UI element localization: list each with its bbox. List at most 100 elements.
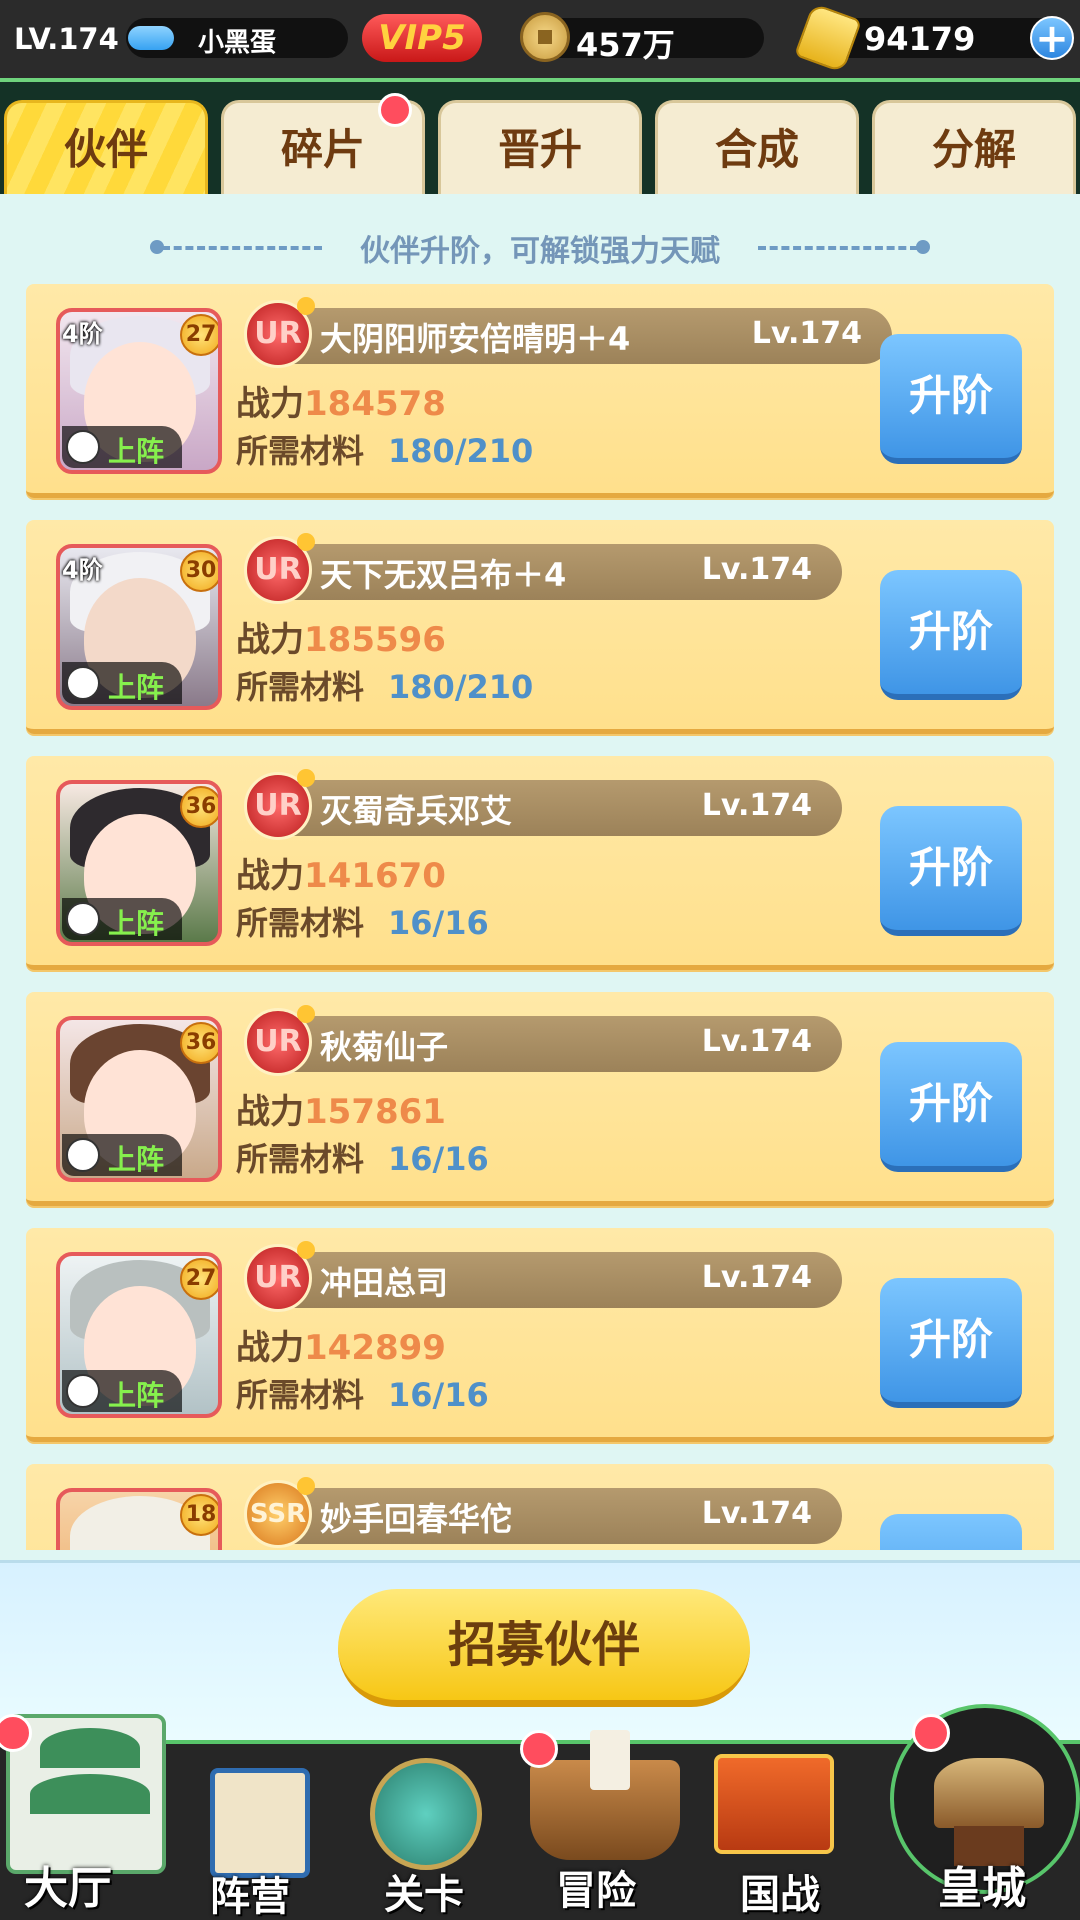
nav-adventure[interactable]: 冒险 [520,1730,690,1920]
power-label: 战力 [236,856,304,896]
rarity-badge: UR [244,297,315,368]
deploy-label: 上阵 [108,671,165,704]
nav-stage[interactable]: 关卡 [356,1748,496,1920]
gold-ingot-icon [793,2,863,74]
material-row: 所需材料 180/210 [236,662,533,708]
material-row: 所需材料 16/16 [236,1134,489,1180]
nav-national-war[interactable]: 国战 [700,1744,850,1920]
partner-name: 妙手回春华佗 [320,1500,513,1538]
power-value: 185596 [304,620,446,660]
notification-dot [520,1730,558,1768]
player-name-box[interactable]: 小黑蛋 [126,18,348,58]
recruit-partner-button[interactable]: 招募伙伴 [338,1589,750,1707]
top-status-bar: LV.174 小黑蛋 VIP5 457万 94179 + [0,0,1080,78]
upgrade-button[interactable]: 升阶 [880,806,1022,936]
notification-dot [912,1714,950,1752]
divider-dot [916,240,930,254]
deploy-label: 上阵 [108,907,165,940]
tab-synthesize[interactable]: 合成 [655,100,859,194]
upgrade-button[interactable]: 升阶 [880,1042,1022,1172]
partner-card: 27 上阵 冲田总司 Lv.174 UR 战力142899 所需材料 16/16 … [26,1228,1054,1442]
bottom-nav: 大厅 阵营 关卡 冒险 国战 皇城 [0,1704,1080,1920]
partner-card: 4阶 30 上阵 天下无双吕布＋4 Lv.174 UR 战力185596 所需材… [26,520,1054,734]
deploy-label: 上阵 [108,435,165,468]
material-label: 所需材料 [236,668,365,706]
power-row: 战力184578 [236,376,446,425]
copper-counter: 457万 [520,12,764,64]
deploy-label: 上阵 [108,1143,165,1176]
power-row: 战力141670 [236,848,446,897]
partner-portrait[interactable]: 27 上阵 [56,1252,222,1418]
vip-badge[interactable]: VIP5 [362,14,482,62]
star-badge: 36 [180,1022,218,1064]
notification-dot [378,93,412,127]
nav-label: 阵营 [210,1874,290,1920]
nav-camp[interactable]: 阵营 [190,1764,330,1920]
class-icon [66,666,100,700]
star-badge: 27 [180,1258,218,1300]
nav-label: 关卡 [384,1872,464,1918]
deploy-tag: 上阵 [62,662,182,704]
partner-portrait[interactable]: 4阶 30 上阵 [56,544,222,710]
power-label: 战力 [236,384,304,424]
material-label: 所需材料 [236,1376,365,1414]
material-label: 所需材料 [236,904,365,942]
upgrade-button[interactable] [880,1514,1022,1550]
star-badge: 30 [180,550,218,592]
divider-line [758,246,918,250]
tab-decompose[interactable]: 分解 [872,100,1076,194]
partner-level: Lv.174 [751,316,862,351]
nav-label: 国战 [740,1872,820,1918]
partner-portrait[interactable]: 18 [56,1488,222,1550]
power-row: 战力185596 [236,612,446,661]
partner-portrait[interactable]: 36 上阵 [56,780,222,946]
nav-label: 皇城 [938,1863,1026,1914]
ship-icon [530,1730,680,1860]
tab-promote[interactable]: 晋升 [438,100,642,194]
partner-level: Lv.174 [701,1496,812,1531]
power-label: 战力 [236,620,304,660]
upgrade-button[interactable]: 升阶 [880,334,1022,464]
name-pill: 大阴阳师安倍晴明＋4 Lv.174 [262,308,892,364]
tab-partner[interactable]: 伙伴 [4,100,208,194]
material-value: 180/210 [388,432,534,470]
partner-level: Lv.174 [701,788,812,823]
tab-fragment[interactable]: 碎片 [221,93,425,194]
partner-name: 秋菊仙子 [320,1028,449,1066]
partner-card: 36 上阵 灭蜀奇兵邓艾 Lv.174 UR 战力141670 所需材料 16/1… [26,756,1054,970]
player-name: 小黑蛋 [198,28,277,58]
partner-portrait[interactable]: 36 上阵 [56,1016,222,1182]
war-flags-icon [714,1754,834,1854]
upgrade-button[interactable]: 升阶 [880,570,1022,700]
deploy-tag: 上阵 [62,1370,182,1412]
partner-portrait[interactable]: 4阶 27 上阵 [56,308,222,474]
player-level: LV.174 [14,22,119,56]
nav-hall[interactable]: 大厅 [0,1674,180,1920]
deploy-tag: 上阵 [62,898,182,940]
power-value: 184578 [304,384,446,424]
material-value: 16/16 [388,904,489,942]
add-gold-button[interactable]: + [1030,16,1074,60]
rank-tag: 4阶 [62,320,103,348]
rarity-badge: UR [244,1005,315,1076]
nav-imperial-city[interactable]: 皇城 [880,1674,1080,1920]
partner-card: 4阶 27 上阵 大阴阳师安倍晴明＋4 Lv.174 UR 战力184578 所… [26,284,1054,498]
partner-list[interactable]: 4阶 27 上阵 大阴阳师安倍晴明＋4 Lv.174 UR 战力184578 所… [0,282,1080,1550]
power-value: 141670 [304,856,446,896]
power-label: 战力 [236,1092,304,1132]
star-badge: 18 [180,1494,218,1536]
class-icon [66,430,100,464]
material-value: 16/16 [388,1376,489,1414]
upgrade-button[interactable]: 升阶 [880,1278,1022,1408]
partner-name: 灭蜀奇兵邓艾 [320,792,513,830]
material-value: 180/210 [388,668,534,706]
nav-label: 冒险 [556,1868,636,1914]
nav-label: 大厅 [24,1863,112,1914]
rarity-badge: SSR [244,1477,315,1548]
partner-level: Lv.174 [701,1024,812,1059]
name-pill: 灭蜀奇兵邓艾 Lv.174 [262,780,842,836]
star-badge: 27 [180,314,218,356]
name-pill: 秋菊仙子 Lv.174 [262,1016,842,1072]
power-label: 战力 [236,1328,304,1368]
material-row: 所需材料 16/16 [236,898,489,944]
